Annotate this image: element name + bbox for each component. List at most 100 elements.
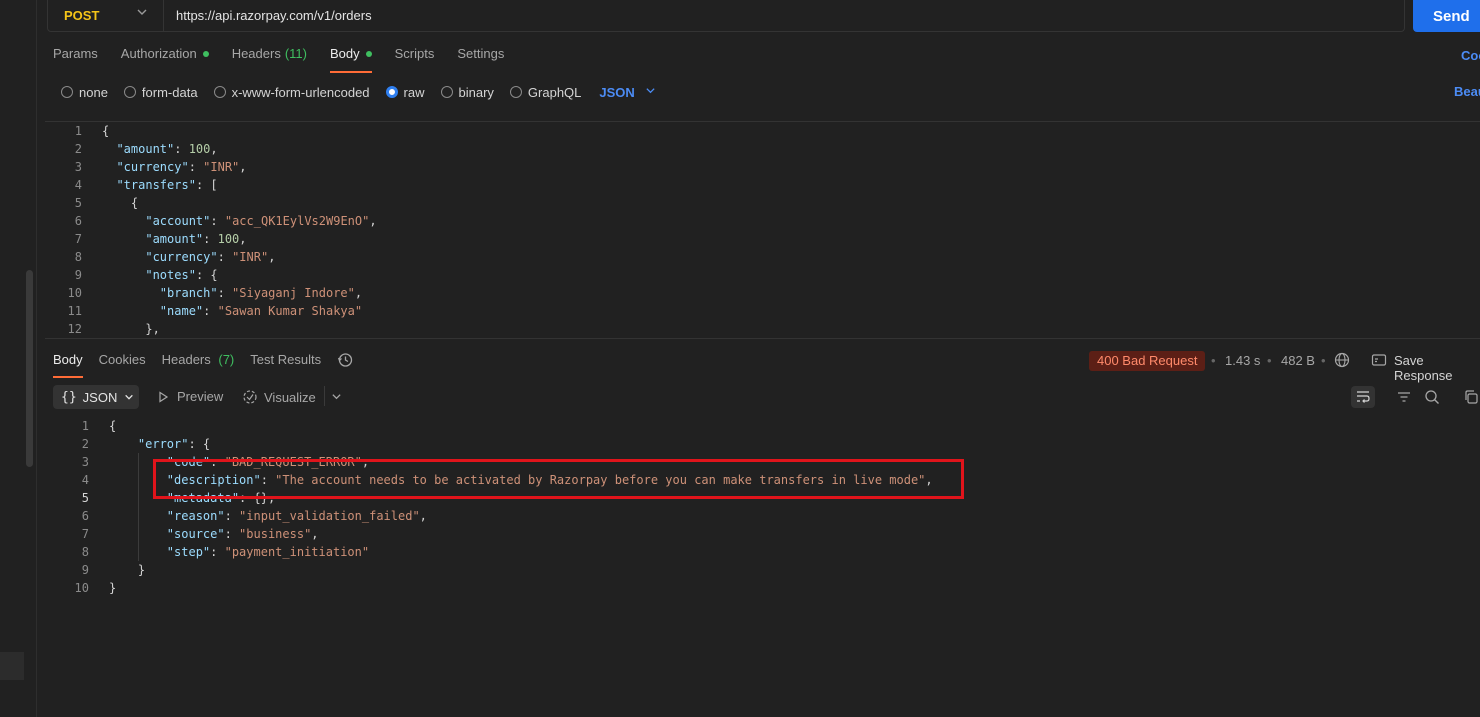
code-line: 8 "step": "payment_initiation" — [43, 543, 1478, 561]
globe-icon[interactable] — [1334, 352, 1350, 371]
json-value: "INR" — [232, 250, 269, 264]
status-badge[interactable]: 400 Bad Request — [1089, 351, 1206, 371]
line-number: 7 — [74, 232, 82, 246]
url-input[interactable]: https://api.razorpay.com/v1/orders — [164, 8, 372, 23]
code-line: 9 } — [43, 561, 1478, 579]
radio-circle-selected — [385, 86, 398, 98]
tab-test-results[interactable]: Test Results — [250, 352, 321, 376]
beautify-link[interactable]: Beau — [1454, 84, 1480, 99]
json-value: 100 — [188, 142, 211, 156]
line-number: 9 — [81, 563, 89, 577]
tab-label: Headers — [161, 352, 211, 367]
highlight-annotation — [153, 459, 964, 499]
copy-icon[interactable] — [1459, 386, 1480, 408]
code-line: 4 "transfers": [ — [45, 176, 1480, 194]
chevron-down-icon[interactable] — [645, 85, 656, 99]
chevron-down-icon — [124, 390, 134, 405]
line-number: 9 — [74, 268, 82, 282]
radio-graphql[interactable]: GraphQL — [509, 85, 581, 100]
code-line: 3 "currency": "INR", — [45, 158, 1480, 176]
radio-urlencoded[interactable]: x-www-form-urlencoded — [213, 85, 370, 100]
tab-response-body[interactable]: Body — [53, 352, 83, 378]
radio-form-data[interactable]: form-data — [123, 85, 198, 100]
line-number: 10 — [67, 286, 82, 300]
code-line: 6 "account": "acc_QK1EylVs2W9EnO", — [45, 212, 1480, 230]
radio-binary[interactable]: binary — [440, 85, 494, 100]
json-value: 100 — [217, 232, 240, 246]
json-value: "input_validation_failed" — [239, 509, 420, 523]
radio-circle — [213, 86, 226, 98]
tab-response-headers[interactable]: Headers (7) — [162, 352, 235, 376]
line-number: 8 — [81, 545, 89, 559]
braces-icon: {} — [61, 389, 77, 405]
line-number: 11 — [67, 304, 82, 318]
code-line: 2 "amount": 100, — [45, 140, 1480, 158]
json-key: "reason" — [166, 509, 225, 523]
json-key: "currency" — [145, 250, 218, 264]
radio-raw[interactable]: raw — [385, 85, 425, 100]
json-key: "branch" — [159, 286, 218, 300]
save-icon[interactable] — [1371, 352, 1387, 371]
url-bar: POST https://api.razorpay.com/v1/orders — [47, 0, 1405, 32]
filter-icon[interactable] — [1392, 386, 1416, 408]
response-format-dropdown[interactable]: {} JSON — [53, 385, 139, 409]
save-response-button[interactable]: Save Response — [1394, 353, 1480, 383]
code-snippet-link[interactable]: Coo — [1461, 48, 1480, 63]
code-line: 6 "reason": "input_validation_failed", — [43, 507, 1478, 525]
line-number: 3 — [81, 455, 89, 469]
send-button[interactable]: Send — [1413, 0, 1480, 32]
response-time[interactable]: 1.43 s — [1225, 353, 1260, 368]
radio-circle — [61, 86, 73, 98]
line-number: 5 — [74, 196, 82, 210]
radio-label: none — [79, 84, 108, 100]
visualize-label: Visualize — [264, 389, 316, 405]
format-label: JSON — [82, 389, 118, 405]
play-icon — [159, 390, 169, 403]
response-size[interactable]: 482 B — [1281, 353, 1315, 368]
radio-circle — [123, 86, 136, 98]
line-number: 7 — [81, 527, 89, 541]
line-number: 12 — [67, 322, 82, 336]
response-body-viewer[interactable]: 1{ 2 "error": { 3 "code": "BAD_REQUEST_E… — [43, 417, 1478, 607]
chevron-down-icon[interactable] — [136, 6, 148, 21]
code-line: 5 { — [45, 194, 1480, 212]
json-key: "notes" — [145, 268, 196, 282]
sidebar-item[interactable] — [0, 652, 24, 680]
tab-body[interactable]: Body — [329, 46, 372, 73]
code-line: 8 "currency": "INR", — [45, 248, 1480, 266]
history-icon[interactable] — [337, 352, 353, 368]
tab-headers[interactable]: Headers (11) — [232, 46, 307, 72]
tab-authorization[interactable]: Authorization — [121, 46, 209, 72]
separator-dot: • — [1321, 353, 1326, 368]
json-value: "payment_initiation" — [224, 545, 370, 559]
brace: { — [102, 124, 110, 138]
code-line: 7 "source": "business", — [43, 525, 1478, 543]
json-key: "name" — [159, 304, 204, 318]
line-number: 10 — [74, 581, 89, 595]
visualize-button[interactable]: Visualize — [242, 389, 316, 405]
search-icon[interactable] — [1420, 386, 1444, 408]
json-key: "amount" — [116, 142, 175, 156]
tab-cookies[interactable]: Cookies — [99, 352, 146, 376]
visualize-icon — [243, 390, 257, 404]
tab-scripts[interactable]: Scripts — [395, 46, 435, 72]
json-key: "source" — [166, 527, 225, 541]
wrap-lines-icon[interactable] — [1351, 386, 1375, 408]
preview-button[interactable]: Preview — [157, 389, 223, 404]
tab-label: Test Results — [250, 352, 322, 367]
code-line: 10 "branch": "Siyaganj Indore", — [45, 284, 1480, 302]
json-value: "acc_QK1EylVs2W9EnO" — [224, 214, 370, 228]
request-body-editor[interactable]: 1{ 2 "amount": 100, 3 "currency": "INR",… — [45, 121, 1480, 339]
code-line: 1{ — [43, 417, 1478, 435]
line-number: 4 — [81, 473, 89, 487]
json-key: "amount" — [145, 232, 204, 246]
tab-label: Body — [53, 352, 83, 367]
line-number: 1 — [81, 419, 89, 433]
tab-params[interactable]: Params — [53, 46, 98, 72]
code-line: 9 "notes": { — [45, 266, 1480, 284]
radio-none[interactable]: none — [61, 85, 108, 100]
tab-settings[interactable]: Settings — [457, 46, 504, 72]
sidebar-scrollbar[interactable] — [26, 270, 33, 467]
visualize-dropdown[interactable] — [324, 386, 342, 406]
format-dropdown[interactable]: JSON — [599, 85, 634, 100]
